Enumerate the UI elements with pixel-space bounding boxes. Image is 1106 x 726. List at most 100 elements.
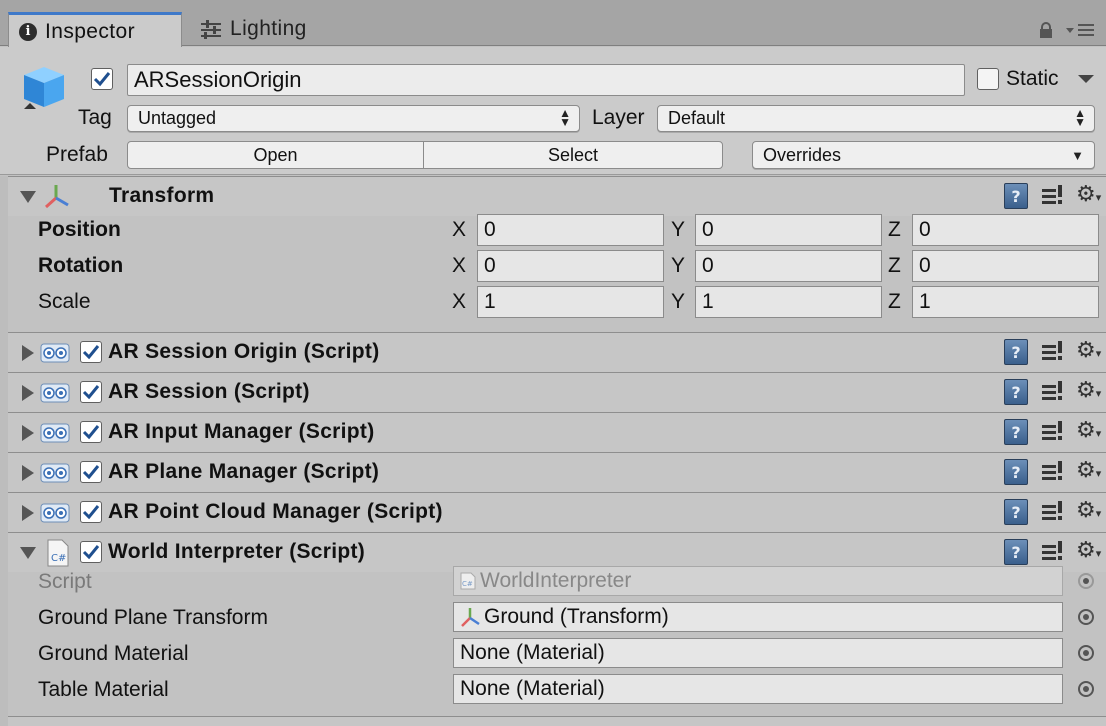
fold-closed-icon[interactable] [22,425,34,441]
component-enabled-checkbox[interactable] [80,381,102,403]
ground-plane-transform-value: Ground (Transform) [484,605,669,628]
table-material-field[interactable]: None (Material) [453,674,1063,704]
component-enabled-checkbox[interactable] [80,421,102,443]
preset-icon[interactable] [1042,461,1064,483]
preset-icon[interactable] [1042,381,1064,403]
rotation-label: Rotation [38,254,124,277]
active-checkbox[interactable] [91,68,113,90]
component-header[interactable]: AR Session (Script)? ⚙▾ [8,372,1106,412]
object-picker-icon[interactable] [1078,681,1094,697]
rotation-x-input[interactable]: 0 [477,250,664,282]
script-component-icon [40,343,70,363]
fold-closed-icon[interactable] [22,505,34,521]
component-header[interactable]: AR Point Cloud Manager (Script)? ⚙▾ [8,492,1106,532]
component-header[interactable]: AR Session Origin (Script)? ⚙▾ [8,332,1106,372]
preset-icon[interactable] [1042,341,1064,363]
help-icon[interactable]: ? [1004,539,1028,565]
preset-icon[interactable] [1042,541,1064,563]
caret-down-icon: ▼ [1071,147,1084,163]
checkmark-icon [82,465,100,480]
axis-z-label: Z [888,218,901,241]
world-interpreter-enabled-checkbox[interactable] [80,541,102,563]
help-icon[interactable]: ? [1004,183,1028,209]
prefab-select-button[interactable]: Select [423,141,723,169]
updown-arrows-icon: ▲ ▼ [559,106,571,129]
transform-header[interactable]: Transform ? ⚙▾ [8,176,1106,216]
tag-dropdown[interactable]: Untagged ▲ ▼ [127,105,580,132]
static-checkbox[interactable] [977,68,999,90]
table-material-label: Table Material [38,678,169,701]
tag-dropdown-value: Untagged [138,108,217,128]
help-icon[interactable]: ? [1004,379,1028,405]
script-component-icon [40,463,70,483]
component-enabled-checkbox[interactable] [80,341,102,363]
overrides-dropdown[interactable]: Overrides ▼ [752,141,1095,169]
object-picker-icon[interactable] [1078,609,1094,625]
ground-plane-transform-field[interactable]: Ground (Transform) [453,602,1063,632]
gear-icon[interactable]: ⚙▾ [1076,339,1102,363]
tab-inspector[interactable]: i Inspector [8,12,182,48]
panel-menu-icon[interactable] [1064,20,1096,40]
tab-lighting[interactable]: Lighting [190,12,360,46]
fold-closed-icon[interactable] [22,385,34,401]
transform-title: Transform [109,184,215,207]
ground-material-field[interactable]: None (Material) [453,638,1063,668]
csharp-script-icon: C# [47,539,69,567]
ground-material-label: Ground Material [38,642,189,665]
checkmark-icon [82,385,100,400]
help-icon[interactable]: ? [1004,499,1028,525]
script-component-icon [40,383,70,403]
scale-z-input[interactable]: 1 [912,286,1099,318]
position-z-input[interactable]: 0 [912,214,1099,246]
updown-arrows-icon: ▲ ▼ [1074,106,1086,129]
position-x-input[interactable]: 0 [477,214,664,246]
component-header[interactable]: AR Input Manager (Script)? ⚙▾ [8,412,1106,452]
help-icon[interactable]: ? [1004,459,1028,485]
preset-icon[interactable] [1042,421,1064,443]
gear-icon[interactable]: ⚙▾ [1076,539,1102,563]
preset-icon[interactable] [1042,501,1064,523]
csharp-file-icon: C# [460,572,476,590]
tab-lighting-label: Lighting [230,17,307,40]
lock-icon[interactable] [1038,22,1054,38]
lighting-sliders-icon [201,20,221,39]
checkmark-icon [82,545,100,560]
position-y-input[interactable]: 0 [695,214,882,246]
scale-label: Scale [38,290,91,313]
gear-icon[interactable]: ⚙▾ [1076,419,1102,443]
help-icon[interactable]: ? [1004,419,1028,445]
fold-open-icon[interactable] [20,547,36,559]
rotation-y-input[interactable]: 0 [695,250,882,282]
axis-y-label: Y [671,290,686,313]
gear-icon[interactable]: ⚙▾ [1076,183,1102,207]
help-icon[interactable]: ? [1004,339,1028,365]
static-dropdown-icon[interactable] [1076,73,1096,85]
prefab-open-button[interactable]: Open [127,141,424,169]
gear-icon[interactable]: ⚙▾ [1076,459,1102,483]
fold-closed-icon[interactable] [22,345,34,361]
fold-open-icon[interactable] [20,191,36,203]
gear-icon[interactable]: ⚙▾ [1076,379,1102,403]
tag-label: Tag [78,106,112,129]
gear-icon[interactable]: ⚙▾ [1076,499,1102,523]
axis-x-label: X [452,218,467,241]
checkmark-icon [93,72,111,87]
bottom-separator [8,716,1106,726]
left-gutter [0,176,8,726]
component-title: AR Session Origin (Script) [108,340,380,363]
fold-closed-icon[interactable] [22,465,34,481]
component-title: AR Input Manager (Script) [108,420,375,443]
component-enabled-checkbox[interactable] [80,501,102,523]
object-name-input[interactable]: ARSessionOrigin [127,64,965,96]
scale-y-input[interactable]: 1 [695,286,882,318]
rotation-z-input[interactable]: 0 [912,250,1099,282]
scale-x-input[interactable]: 1 [477,286,664,318]
component-header[interactable]: AR Plane Manager (Script)? ⚙▾ [8,452,1106,492]
object-picker-icon[interactable] [1078,645,1094,661]
layer-dropdown[interactable]: Default ▲ ▼ [657,105,1095,132]
component-title: AR Plane Manager (Script) [108,460,380,483]
preset-icon[interactable] [1042,185,1064,207]
axis-z-label: Z [888,290,901,313]
component-enabled-checkbox[interactable] [80,461,102,483]
static-label: Static [1006,67,1059,90]
